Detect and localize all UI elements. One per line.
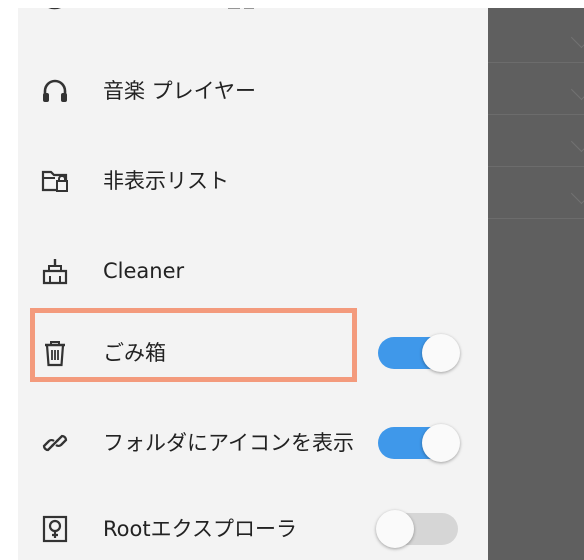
menu-item-trash[interactable]: ごみ箱	[18, 308, 488, 398]
menu-item-label: ごみ箱	[103, 341, 166, 365]
menu-item-music-player[interactable]: 音楽 プレイヤー	[18, 46, 488, 136]
toggle-knob	[422, 424, 460, 462]
folder-lock-icon	[40, 166, 70, 196]
root-explorer-icon	[40, 514, 70, 544]
menu-item-root-explorer[interactable]: Rootエクスプローラ	[18, 484, 488, 560]
list-divider	[488, 114, 584, 115]
toggle-knob	[422, 334, 460, 372]
partial-item-icon	[48, 8, 254, 10]
list-divider	[488, 62, 584, 63]
menu-item-label: フォルダにアイコンを表示	[103, 431, 354, 455]
navigation-drawer: 音楽 プレイヤー 非表示リスト Cleaner ごみ箱 フォルダにアイコンを表示…	[18, 8, 488, 560]
scrim-overlay[interactable]	[488, 8, 584, 560]
headphones-icon	[40, 76, 70, 106]
chevron-down-icon	[570, 130, 584, 153]
menu-item-folder-icons[interactable]: フォルダにアイコンを表示	[18, 398, 488, 488]
menu-item-label: 音楽 プレイヤー	[103, 79, 257, 103]
list-divider	[488, 218, 584, 219]
menu-item-hidden-list[interactable]: 非表示リスト	[18, 136, 488, 226]
trash-toggle[interactable]	[378, 334, 460, 372]
list-divider	[488, 166, 584, 167]
chevron-down-icon	[570, 26, 584, 49]
chevron-down-icon	[570, 78, 584, 101]
menu-item-label: 非表示リスト	[103, 169, 229, 193]
trash-icon	[40, 338, 70, 368]
menu-item-label: Rootエクスプローラ	[103, 517, 297, 541]
partial-menu-item[interactable]	[40, 8, 340, 16]
link-icon	[40, 428, 70, 458]
folder-icons-toggle[interactable]	[378, 424, 460, 462]
root-explorer-toggle[interactable]	[376, 510, 458, 548]
toggle-knob	[376, 510, 414, 548]
menu-item-label: Cleaner	[103, 259, 185, 283]
broom-icon	[40, 256, 70, 286]
chevron-down-icon	[570, 182, 584, 205]
menu-item-cleaner[interactable]: Cleaner	[18, 226, 488, 316]
